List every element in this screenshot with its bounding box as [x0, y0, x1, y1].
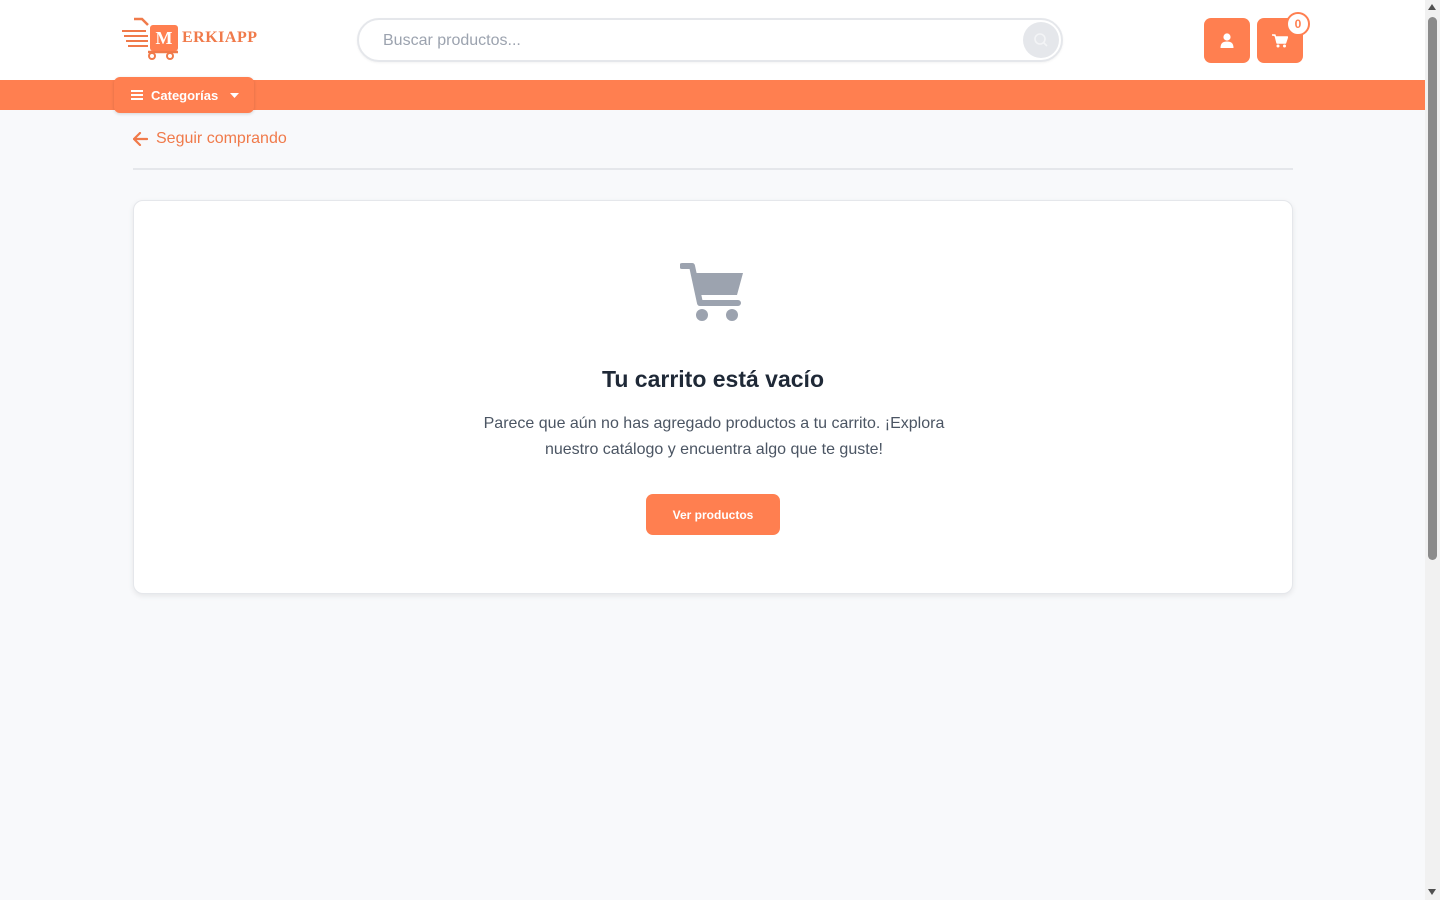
- empty-cart-card: Tu carrito está vacío Parece que aún no …: [133, 200, 1293, 594]
- menu-icon: [131, 90, 143, 100]
- page-scrollbar[interactable]: [1425, 0, 1440, 900]
- empty-cart-title: Tu carrito está vacío: [602, 366, 824, 392]
- view-products-button[interactable]: Ver productos: [646, 494, 780, 535]
- cart-count-badge: 0: [1286, 12, 1310, 36]
- logo-letter: M: [150, 25, 178, 51]
- search-input[interactable]: [383, 30, 983, 52]
- search-button[interactable]: [1023, 22, 1059, 58]
- continue-shopping-link[interactable]: Seguir comprando: [133, 128, 287, 150]
- scroll-down-arrow[interactable]: [1428, 889, 1436, 895]
- categories-label: Categorías: [151, 87, 219, 103]
- user-icon: [1220, 33, 1234, 48]
- logo-text: ERKIAPP: [182, 29, 258, 46]
- search-icon: [1034, 33, 1048, 47]
- continue-shopping-label: Seguir comprando: [156, 130, 287, 147]
- merkiapp-logo[interactable]: M ERKIAPP: [120, 14, 260, 60]
- divider: [133, 168, 1293, 170]
- user-account-button[interactable]: [1204, 18, 1250, 63]
- scroll-thumb[interactable]: [1428, 17, 1437, 560]
- cart-icon: [1272, 33, 1288, 47]
- arrow-left-icon: [133, 132, 148, 146]
- empty-cart-message: Parece que aún no has agregado productos…: [483, 415, 945, 458]
- caret-down-icon: [230, 92, 240, 98]
- scroll-up-arrow[interactable]: [1428, 4, 1436, 10]
- search-bar: [357, 18, 1063, 62]
- categories-dropdown-button[interactable]: Categorías: [114, 77, 254, 113]
- empty-cart-icon: [680, 263, 743, 321]
- site-header: M ERKIAPP 0: [0, 0, 1425, 80]
